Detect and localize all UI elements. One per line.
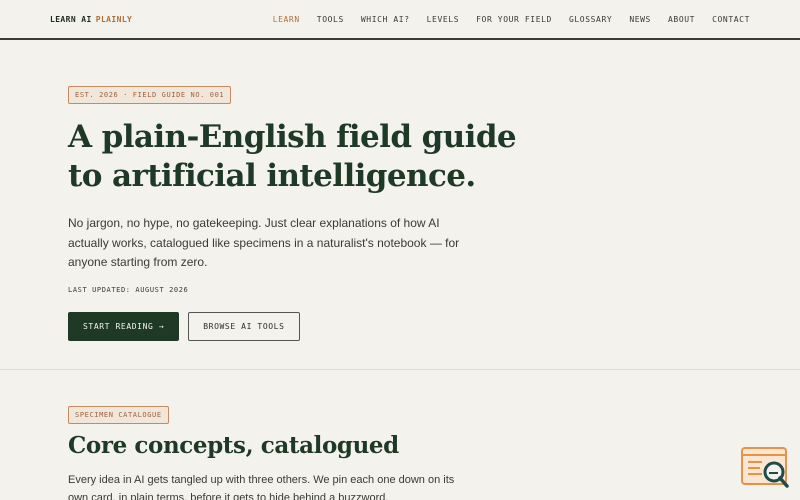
- hero-buttons: START READING → BROWSE AI TOOLS: [68, 311, 732, 341]
- top-nav: LEARN AI PLAINLY LEARN TOOLS WHICH AI? LE…: [0, 0, 800, 40]
- nav-item-news[interactable]: NEWS: [629, 15, 651, 24]
- nav-item-contact[interactable]: CONTACT: [712, 15, 750, 24]
- last-updated: LAST UPDATED: AUGUST 2026: [68, 285, 189, 294]
- hero-section: EST. 2026 · FIELD GUIDE NO. 001 A plain-…: [0, 40, 800, 370]
- hero-tag: EST. 2026 · FIELD GUIDE NO. 001: [68, 86, 232, 104]
- catalogue-title: Core concepts, catalogued: [68, 432, 399, 459]
- nav-item-about[interactable]: ABOUT: [668, 15, 695, 24]
- nav-item-levels[interactable]: LEVELS: [427, 15, 460, 24]
- brand-accent: PLAINLY: [95, 14, 133, 24]
- brand-name: LEARN AI: [50, 14, 92, 24]
- nav-item-tools[interactable]: TOOLS: [317, 15, 344, 24]
- search-document-icon: [741, 447, 789, 488]
- catalogue-text: Every idea in AI gets tangled up with th…: [68, 474, 455, 500]
- search-document-widget[interactable]: [740, 446, 792, 490]
- start-reading-button[interactable]: START READING →: [68, 311, 180, 341]
- catalogue-tag: SPECIMEN CATALOGUE: [68, 406, 169, 424]
- nav-item-for-your-field[interactable]: FOR YOUR FIELD: [476, 15, 552, 24]
- nav-item-learn[interactable]: LEARN: [273, 15, 300, 24]
- hero-lead: No jargon, no hype, no gatekeeping. Just…: [68, 216, 460, 269]
- hero-title: A plain-English field guide to artificia…: [68, 119, 517, 194]
- main-menu: LEARN TOOLS WHICH AI? LEVELS FOR YOUR FI…: [273, 15, 750, 24]
- nav-item-which-ai[interactable]: WHICH AI?: [361, 15, 410, 24]
- browse-ai-tools-button[interactable]: BROWSE AI TOOLS: [188, 311, 300, 341]
- catalogue-section: SPECIMEN CATALOGUE Core concepts, catalo…: [0, 370, 800, 500]
- brand-logo[interactable]: LEARN AI PLAINLY: [50, 15, 132, 24]
- nav-item-glossary[interactable]: GLOSSARY: [569, 15, 612, 24]
